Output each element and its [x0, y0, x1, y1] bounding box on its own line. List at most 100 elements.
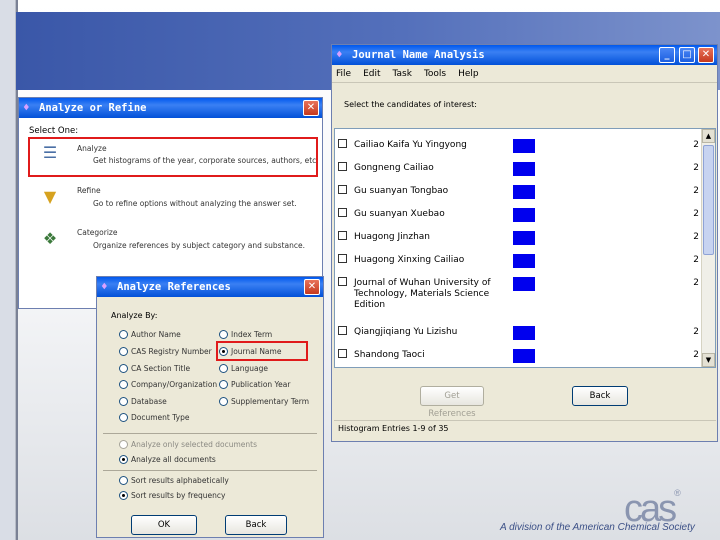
- row-checkbox[interactable]: [338, 139, 347, 148]
- analyze-by-label: Analyze By:: [111, 311, 158, 320]
- refine-option-desc: Go to refine options without analyzing t…: [93, 199, 297, 208]
- histogram-bar: [513, 326, 535, 340]
- row-checkbox[interactable]: [338, 349, 347, 358]
- app-gem-icon: ♦: [23, 101, 30, 114]
- histogram-entries-status: Histogram Entries 1-9 of 35: [338, 424, 449, 433]
- option-sort-alpha[interactable]: Sort results alphabetically: [131, 476, 229, 485]
- maximize-icon[interactable]: □: [679, 47, 695, 63]
- minimize-icon[interactable]: _: [659, 47, 675, 63]
- menu-help[interactable]: Help: [458, 69, 479, 79]
- row-checkbox[interactable]: [338, 208, 347, 217]
- histogram-bar: [513, 254, 535, 268]
- radio-sort-alpha[interactable]: [119, 476, 128, 485]
- close-icon[interactable]: ✕: [304, 279, 320, 295]
- option-index-term[interactable]: Index Term: [231, 330, 272, 339]
- refine-option-title[interactable]: Refine: [77, 186, 101, 195]
- select-one-label: Select One:: [29, 126, 79, 136]
- radio-language[interactable]: [219, 364, 228, 373]
- get-references-button[interactable]: Get References: [420, 386, 484, 419]
- funnel-icon[interactable]: ▼: [39, 186, 61, 208]
- scroll-thumb[interactable]: [703, 145, 714, 255]
- option-document-type[interactable]: Document Type: [131, 413, 189, 422]
- radio-selected-documents[interactable]: [119, 440, 128, 449]
- journal-name: Gu suanyan Tongbao: [354, 186, 449, 196]
- ref-titlebar[interactable]: ♦ Analyze References ✕: [97, 277, 323, 297]
- app-gem-icon: ♦: [101, 280, 108, 293]
- option-all-documents[interactable]: Analyze all documents: [131, 455, 216, 464]
- vertical-scrollbar[interactable]: ▲ ▼: [701, 129, 715, 367]
- radio-index-term[interactable]: [219, 330, 228, 339]
- journal-name: Qiangjiqiang Yu Lizishu: [354, 327, 458, 337]
- footer-text: A division of the American Chemical Soci…: [500, 522, 695, 533]
- scroll-up-icon[interactable]: ▲: [702, 129, 715, 143]
- row-checkbox[interactable]: [338, 162, 347, 171]
- journal-name: Huagong Jinzhan: [354, 232, 430, 242]
- histogram-bar: [513, 185, 535, 199]
- journal-count: 2: [693, 232, 699, 242]
- radio-document-type[interactable]: [119, 413, 128, 422]
- menu-task[interactable]: Task: [393, 69, 412, 79]
- option-ca-section[interactable]: CA Section Title: [131, 364, 190, 373]
- option-selected-documents[interactable]: Analyze only selected documents: [131, 440, 257, 449]
- categorize-icon[interactable]: ❖: [39, 228, 61, 250]
- histogram-bar: [513, 349, 535, 363]
- menu-tools[interactable]: Tools: [424, 69, 446, 79]
- option-cas-registry[interactable]: CAS Registry Number: [131, 347, 212, 356]
- radio-ca-section[interactable]: [119, 364, 128, 373]
- menu-edit[interactable]: Edit: [363, 69, 380, 79]
- row-checkbox[interactable]: [338, 277, 347, 286]
- option-author-name[interactable]: Author Name: [131, 330, 181, 339]
- radio-publication-year[interactable]: [219, 380, 228, 389]
- divider: [103, 470, 317, 471]
- row-checkbox[interactable]: [338, 231, 347, 240]
- refine-titlebar[interactable]: ♦ Analyze or Refine ✕: [19, 98, 322, 118]
- option-database[interactable]: Database: [131, 397, 167, 406]
- journal-count: 2: [693, 140, 699, 150]
- categorize-option-desc: Organize references by subject category …: [93, 241, 306, 250]
- journal-count: 2: [693, 278, 699, 288]
- histogram-bar: [513, 208, 535, 222]
- row-checkbox[interactable]: [338, 254, 347, 263]
- radio-sort-frequency[interactable]: [119, 491, 128, 500]
- radio-all-documents[interactable]: [119, 455, 128, 464]
- radio-author-name[interactable]: [119, 330, 128, 339]
- journal-name: Huagong Xinxing Cailiao: [354, 255, 465, 265]
- journal-histogram-list: Cailiao Kaifa Yu Yingyong 2 Gongneng Cai…: [334, 128, 716, 368]
- radio-database[interactable]: [119, 397, 128, 406]
- ref-window-title: Analyze References: [117, 281, 231, 293]
- option-publication-year[interactable]: Publication Year: [231, 380, 290, 389]
- candidates-prompt: Select the candidates of interest:: [344, 100, 477, 109]
- journal-name-highlight-box: [216, 341, 308, 361]
- journal-count: 2: [693, 255, 699, 265]
- analyze-highlight-box: [28, 137, 318, 177]
- journal-count: 2: [693, 350, 699, 360]
- status-bar: Histogram Entries 1-9 of 35: [334, 420, 716, 436]
- row-checkbox[interactable]: [338, 326, 347, 335]
- journal-window-title: Journal Name Analysis: [352, 49, 485, 61]
- journal-back-button[interactable]: Back: [572, 386, 628, 406]
- journal-count: 2: [693, 327, 699, 337]
- radio-cas-registry[interactable]: [119, 347, 128, 356]
- row-checkbox[interactable]: [338, 185, 347, 194]
- categorize-option-title[interactable]: Categorize: [77, 228, 117, 237]
- journal-count: 2: [693, 186, 699, 196]
- ref-back-button[interactable]: Back: [225, 515, 287, 535]
- journal-titlebar[interactable]: ♦ Journal Name Analysis _ □ ✕: [332, 45, 717, 65]
- app-gem-icon: ♦: [336, 48, 343, 61]
- ok-button[interactable]: OK: [131, 515, 197, 535]
- close-icon[interactable]: ✕: [698, 47, 714, 63]
- close-icon[interactable]: ✕: [303, 100, 319, 116]
- scroll-down-icon[interactable]: ▼: [702, 353, 715, 367]
- divider: [103, 433, 317, 434]
- option-language[interactable]: Language: [231, 364, 268, 373]
- option-company[interactable]: Company/Organization: [131, 380, 217, 389]
- menu-bar: File Edit Task Tools Help: [332, 65, 717, 83]
- radio-supplementary-term[interactable]: [219, 397, 228, 406]
- option-supplementary-term[interactable]: Supplementary Term: [231, 397, 309, 406]
- option-sort-frequency[interactable]: Sort results by frequency: [131, 491, 225, 500]
- radio-company[interactable]: [119, 380, 128, 389]
- menu-file[interactable]: File: [336, 69, 351, 79]
- journal-count: 2: [693, 209, 699, 219]
- journal-count: 2: [693, 163, 699, 173]
- journal-name: Shandong Taoci: [354, 350, 425, 360]
